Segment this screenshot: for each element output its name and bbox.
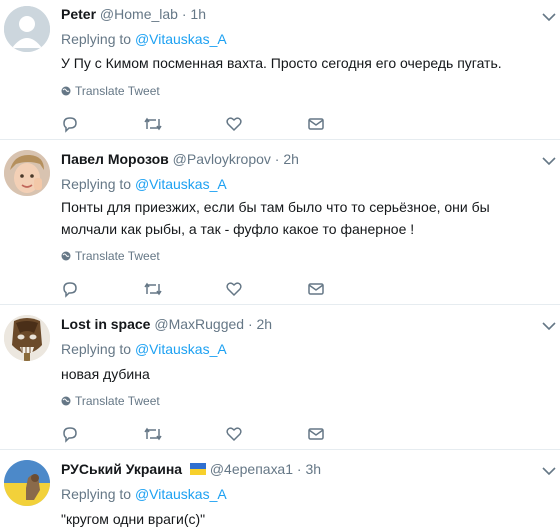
mask-avatar-icon bbox=[4, 315, 50, 361]
user-name[interactable]: Peter bbox=[61, 6, 96, 22]
globe-icon bbox=[61, 251, 71, 261]
tweet-text: У Пу с Кимом посменная вахта. Просто сег… bbox=[61, 55, 502, 71]
globe-icon bbox=[61, 396, 71, 406]
dm-icon bbox=[308, 118, 324, 130]
retweet-button[interactable] bbox=[143, 424, 225, 444]
replying-to: Replying to @Vitauskas_A bbox=[61, 486, 227, 502]
flag-dog-avatar-icon bbox=[4, 460, 50, 506]
reply-icon bbox=[63, 117, 77, 133]
translate-tweet[interactable]: Translate Tweet bbox=[61, 249, 160, 263]
user-handle[interactable]: @Pavloykropov bbox=[173, 151, 271, 167]
avatar[interactable] bbox=[4, 460, 50, 506]
tweet-header: РУСький Украина @4ерепаха1 · 3h bbox=[61, 461, 321, 477]
like-icon bbox=[226, 117, 242, 132]
user-name[interactable]: Lost in space bbox=[61, 316, 150, 332]
retweet-icon bbox=[144, 427, 162, 441]
reply-button[interactable] bbox=[61, 279, 143, 299]
tweet-text: Понты для приезжих, если бы там было что… bbox=[61, 199, 490, 237]
retweet-icon bbox=[144, 282, 162, 296]
tweet-time[interactable]: 2h bbox=[257, 316, 273, 332]
tweet-text: новая дубина bbox=[61, 366, 150, 382]
mention-link[interactable]: @Vitauskas_A bbox=[135, 31, 227, 47]
replying-to: Replying to @Vitauskas_A bbox=[61, 31, 227, 47]
dm-icon bbox=[308, 283, 324, 295]
user-name[interactable]: РУСький Украина bbox=[61, 461, 182, 477]
avatar[interactable] bbox=[4, 6, 50, 52]
tweet-header: Павел Морозов @Pavloykropov · 2h bbox=[61, 151, 299, 167]
like-icon bbox=[226, 282, 242, 297]
tweet-header: Lost in space @MaxRugged · 2h bbox=[61, 316, 272, 332]
avatar[interactable] bbox=[4, 315, 50, 361]
tweet-text: "кругом одни враги(с)" bbox=[61, 511, 206, 527]
dm-button[interactable] bbox=[307, 114, 389, 134]
reply-button[interactable] bbox=[61, 424, 143, 444]
chevron-down-icon[interactable] bbox=[542, 466, 556, 476]
replying-label: Replying to bbox=[61, 341, 132, 357]
separator-dot: · bbox=[274, 151, 280, 167]
mention-link[interactable]: @Vitauskas_A bbox=[135, 486, 227, 502]
replying-to: Replying to @Vitauskas_A bbox=[61, 341, 227, 357]
globe-icon bbox=[61, 86, 71, 96]
tweet-header: Peter @Home_lab · 1h bbox=[61, 6, 206, 22]
translate-label: Translate Tweet bbox=[75, 249, 160, 263]
like-icon bbox=[226, 427, 242, 442]
tweet-time[interactable]: 3h bbox=[305, 461, 321, 477]
mention-link[interactable]: @Vitauskas_A bbox=[135, 341, 227, 357]
retweet-icon bbox=[144, 117, 162, 131]
tweet: Peter @Home_lab · 1h Replying to @Vitaus… bbox=[0, 0, 560, 140]
dm-button[interactable] bbox=[307, 424, 389, 444]
replying-label: Replying to bbox=[61, 31, 132, 47]
replying-label: Replying to bbox=[61, 486, 132, 502]
translate-label: Translate Tweet bbox=[75, 394, 160, 408]
like-button[interactable] bbox=[225, 279, 307, 299]
tweet-time[interactable]: 1h bbox=[190, 6, 206, 22]
like-button[interactable] bbox=[225, 114, 307, 134]
tweet: Lost in space @MaxRugged · 2h Replying t… bbox=[0, 305, 560, 450]
tweet: Павел Морозов @Pavloykropov · 2h Replyin… bbox=[0, 140, 560, 305]
dm-icon bbox=[308, 428, 324, 440]
user-handle[interactable]: @Home_lab bbox=[100, 6, 178, 22]
chevron-down-icon[interactable] bbox=[542, 156, 556, 166]
tweet-time[interactable]: 2h bbox=[283, 151, 299, 167]
retweet-button[interactable] bbox=[143, 114, 225, 134]
tweet-actions bbox=[61, 424, 389, 444]
user-name[interactable]: Павел Морозов bbox=[61, 151, 169, 167]
separator-dot: · bbox=[296, 461, 302, 477]
chevron-down-icon[interactable] bbox=[542, 12, 556, 22]
user-handle[interactable]: @4ерепаха1 bbox=[210, 461, 293, 477]
ukraine-flag-icon bbox=[189, 463, 206, 475]
chevron-down-icon[interactable] bbox=[542, 321, 556, 331]
translate-tweet[interactable]: Translate Tweet bbox=[61, 84, 160, 98]
replying-to: Replying to @Vitauskas_A bbox=[61, 176, 227, 192]
child-photo-avatar-icon bbox=[4, 150, 50, 196]
tweet: РУСький Украина @4ерепаха1 · 3h Replying… bbox=[0, 450, 560, 529]
reply-button[interactable] bbox=[61, 114, 143, 134]
default-avatar-icon bbox=[4, 6, 50, 52]
separator-dot: · bbox=[247, 316, 253, 332]
separator-dot: · bbox=[181, 6, 187, 22]
replying-label: Replying to bbox=[61, 176, 132, 192]
translate-tweet[interactable]: Translate Tweet bbox=[61, 394, 160, 408]
translate-label: Translate Tweet bbox=[75, 84, 160, 98]
tweet-actions bbox=[61, 114, 389, 134]
mention-link[interactable]: @Vitauskas_A bbox=[135, 176, 227, 192]
like-button[interactable] bbox=[225, 424, 307, 444]
user-handle[interactable]: @MaxRugged bbox=[154, 316, 244, 332]
reply-icon bbox=[63, 282, 77, 298]
tweet-actions bbox=[61, 279, 389, 299]
dm-button[interactable] bbox=[307, 279, 389, 299]
avatar[interactable] bbox=[4, 150, 50, 196]
retweet-button[interactable] bbox=[143, 279, 225, 299]
reply-icon bbox=[63, 427, 77, 443]
